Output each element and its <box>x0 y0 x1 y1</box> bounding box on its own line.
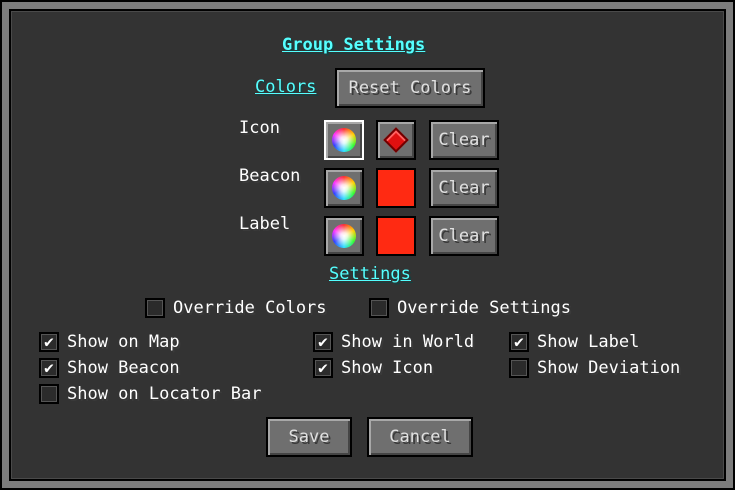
show-in-world-checkbox[interactable]: ✔ <box>313 332 333 352</box>
label-clear-button[interactable]: Clear <box>429 216 499 256</box>
beacon-color-swatch <box>376 168 416 208</box>
override-settings-label: Override Settings <box>397 298 571 318</box>
override-settings-checkbox[interactable] <box>369 298 389 318</box>
show-on-map-label: Show on Map <box>67 332 180 352</box>
label-color-label: Label <box>239 214 291 234</box>
icon-color-picker-button[interactable] <box>324 120 364 160</box>
cancel-button[interactable]: Cancel <box>367 417 473 457</box>
override-colors-label: Override Colors <box>173 298 327 318</box>
show-on-map-checkbox[interactable]: ✔ <box>39 332 59 352</box>
reset-colors-button[interactable]: Reset Colors <box>335 68 485 108</box>
save-button[interactable]: Save <box>266 417 352 457</box>
dialog-window: Group Settings Colors Reset Colors Icon … <box>0 0 735 490</box>
show-label-checkbox[interactable]: ✔ <box>509 332 529 352</box>
show-beacon-checkbox[interactable]: ✔ <box>39 358 59 378</box>
show-beacon-label: Show Beacon <box>67 358 180 378</box>
show-on-locator-bar-checkbox[interactable] <box>39 384 59 404</box>
colors-section-label: Colors <box>255 77 317 97</box>
show-deviation-checkbox[interactable] <box>509 358 529 378</box>
beacon-clear-button[interactable]: Clear <box>429 168 499 208</box>
color-wheel-icon <box>332 176 356 200</box>
show-on-locator-bar-label: Show on Locator Bar <box>67 384 262 404</box>
beacon-color-picker-button[interactable] <box>324 168 364 208</box>
icon-clear-button[interactable]: Clear <box>429 120 499 160</box>
icon-color-label: Icon <box>239 118 280 138</box>
show-label-label: Show Label <box>537 332 640 352</box>
red-diamond-icon <box>383 127 409 153</box>
color-wheel-icon <box>332 128 356 152</box>
label-color-swatch <box>376 216 416 256</box>
icon-marker-button[interactable] <box>376 120 416 160</box>
show-icon-checkbox[interactable]: ✔ <box>313 358 333 378</box>
label-color-picker-button[interactable] <box>324 216 364 256</box>
color-wheel-icon <box>332 224 356 248</box>
show-icon-label: Show Icon <box>341 358 434 378</box>
show-in-world-label: Show in World <box>341 332 475 352</box>
settings-section-label: Settings <box>329 264 411 284</box>
page-title: Group Settings <box>282 35 426 55</box>
show-deviation-label: Show Deviation <box>537 358 681 378</box>
override-colors-checkbox[interactable] <box>145 298 165 318</box>
dialog-panel: Group Settings Colors Reset Colors Icon … <box>9 9 726 481</box>
beacon-color-label: Beacon <box>239 166 301 186</box>
